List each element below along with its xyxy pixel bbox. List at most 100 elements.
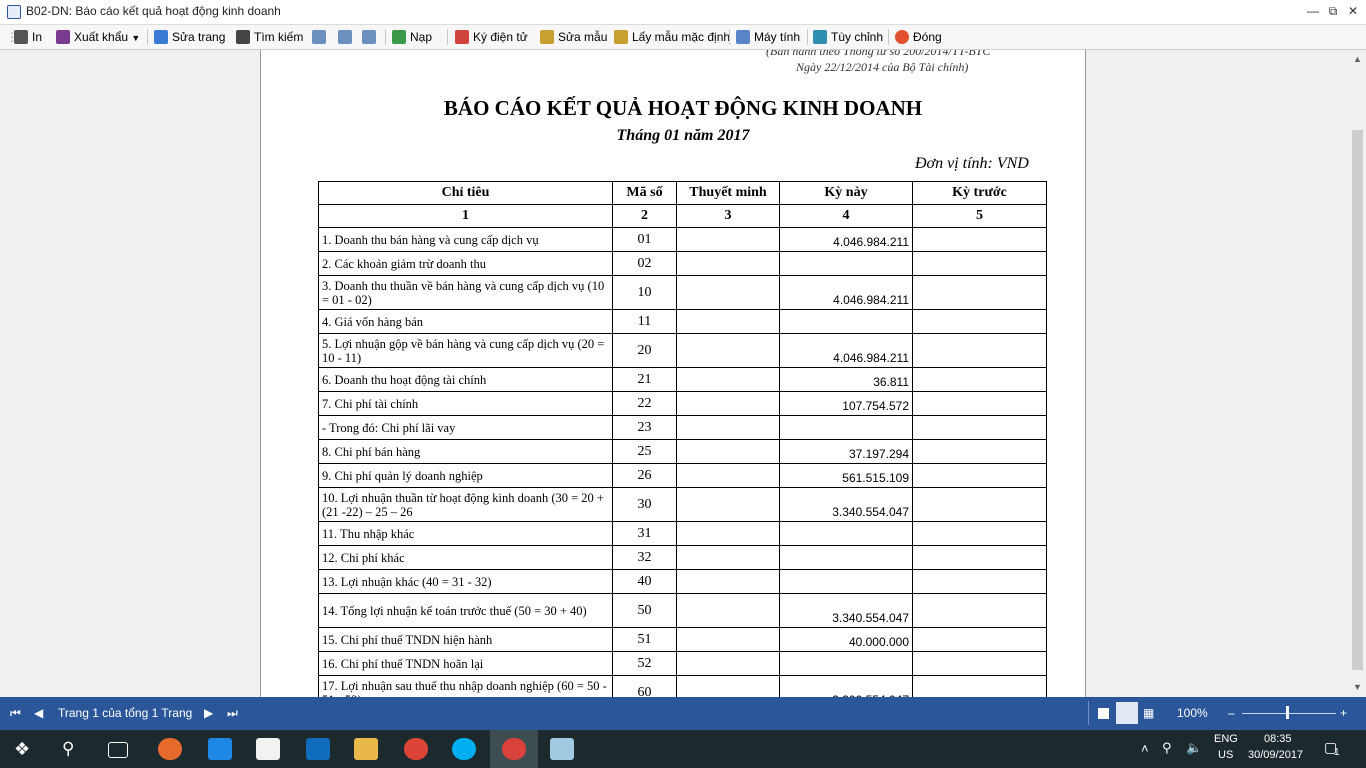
cell-col-ky-nay [779, 309, 913, 334]
header-col-chi-tieu: Chỉ tiêu [318, 181, 613, 205]
last-page-icon[interactable]: ⏭ [227, 706, 238, 721]
cell-col-thuyet-minh [676, 415, 780, 440]
view-page-button[interactable] [338, 29, 356, 45]
edit-template-button[interactable]: Sửa mẫu [540, 29, 607, 45]
cell-col-ma-so: 51 [612, 627, 677, 652]
header-num-col-ky-nay: 4 [779, 204, 913, 228]
cell-col-ma-so: 26 [612, 463, 677, 488]
export-button[interactable]: Xuất khẩu ▼ [56, 29, 140, 45]
cell-col-thuyet-minh [676, 593, 780, 628]
firefox-icon[interactable] [158, 738, 182, 760]
print-button[interactable]: In [14, 29, 42, 45]
search-button[interactable]: Tìm kiếm [236, 29, 303, 45]
status-bar: ⏮ ◀ Trang 1 của tổng 1 Trang ▶ ⏭ ▦ 100% … [0, 697, 1366, 730]
paint-icon[interactable] [550, 738, 574, 760]
header-col-ky-truoc: Kỳ trước [912, 181, 1047, 205]
cell-col-ky-nay [779, 415, 913, 440]
zoom-level: 100% [1177, 706, 1208, 720]
restore-icon[interactable]: ⧉ [1324, 3, 1342, 19]
network-icon[interactable]: ⚲ [1162, 740, 1172, 756]
multi-page-view-icon[interactable] [1116, 702, 1138, 724]
report-viewer: (Ban hành theo Thông tư số 200/2014/TT-B… [0, 50, 1350, 697]
cell-col-ma-so: 50 [612, 593, 677, 628]
printer-icon [14, 30, 28, 44]
vertical-scrollbar[interactable]: ▲ ▼ [1350, 50, 1366, 697]
next-page-icon[interactable]: ▶ [204, 706, 213, 720]
legal-basis-note: (Ban hành theo Thông tư số 200/2014/TT-B… [766, 50, 991, 58]
default-template-button[interactable]: Lấy mẫu mặc định [614, 29, 730, 45]
window-titlebar: B02-DN: Báo cáo kết quả hoạt động kinh d… [0, 0, 1366, 25]
cell-col-chi-tieu: 3. Doanh thu thuần về bán hàng và cung c… [318, 275, 613, 310]
cell-col-thuyet-minh [676, 367, 780, 392]
volume-icon[interactable]: 🔈 [1186, 740, 1202, 756]
search-icon[interactable]: ⚲ [62, 738, 86, 760]
edit-page-button[interactable]: Sửa trang [154, 29, 225, 45]
clock-time[interactable]: 08:35 [1264, 733, 1292, 745]
cell-col-chi-tieu: 12. Chi phí khác [318, 545, 613, 570]
task-view-icon[interactable] [108, 742, 128, 758]
report-toolbar: ⋮ In Xuất khẩu ▼ Sửa trang Tìm kiếm Nạp … [0, 25, 1366, 50]
file-explorer-icon[interactable] [354, 738, 378, 760]
chrome-icon[interactable] [404, 738, 428, 760]
cell-col-chi-tieu: 15. Chi phí thuế TNDN hiện hành [318, 627, 613, 652]
scroll-down-icon[interactable]: ▼ [1353, 682, 1362, 692]
e-sign-button[interactable]: Ký điện tử [455, 29, 528, 45]
customize-label: Tùy chỉnh [831, 30, 884, 44]
cell-col-ma-so: 25 [612, 439, 677, 464]
cell-col-ky-nay: 3.340.554.047 [779, 593, 913, 628]
cell-col-ky-nay [779, 521, 913, 546]
first-page-icon[interactable]: ⏮ [10, 706, 21, 721]
cell-col-ma-so: 02 [612, 251, 677, 276]
zoom-in-icon[interactable]: + [1340, 706, 1347, 720]
cell-col-thuyet-minh [676, 521, 780, 546]
language-indicator[interactable]: ENG [1214, 733, 1238, 745]
table-row: 1. Doanh thu bán hàng và cung cấp dịch v… [318, 227, 1047, 252]
cell-col-thuyet-minh [676, 439, 780, 464]
scrollbar-thumb[interactable] [1352, 130, 1363, 670]
table-row: 6. Doanh thu hoạt động tài chính 21 36.811 [318, 367, 1047, 392]
zoom-out-icon[interactable]: – [1228, 706, 1235, 720]
income-statement-table: Chỉ tiêu Mã số Thuyết minh Kỳ này Kỳ trước 1 2… [318, 181, 1047, 697]
cell-col-chi-tieu: 9. Chi phí quản lý doanh nghiệp [318, 463, 613, 488]
view-fit-button[interactable] [362, 29, 380, 45]
calculator-icon [736, 30, 750, 44]
cell-col-chi-tieu: 2. Các khoản giảm trừ doanh thu [318, 251, 613, 276]
cell-col-chi-tieu: 1. Doanh thu bán hàng và cung cấp dịch v… [318, 227, 613, 252]
print-label: In [32, 30, 43, 44]
cell-col-thuyet-minh [676, 309, 780, 334]
table-row: 16. Chi phí thuế TNDN hoãn lại 52 [318, 651, 1047, 676]
cell-col-ky-truoc [912, 251, 1047, 276]
prev-page-icon[interactable]: ◀ [34, 706, 43, 720]
cell-col-ky-truoc [912, 487, 1047, 522]
outlook-icon[interactable] [306, 738, 330, 760]
cell-col-chi-tieu: 6. Doanh thu hoạt động tài chính [318, 367, 613, 392]
minimize-icon[interactable]: — [1304, 3, 1322, 19]
customize-button[interactable]: Tùy chỉnh [813, 29, 883, 45]
skype-icon[interactable] [452, 738, 476, 760]
page-layout-icon [312, 30, 326, 44]
cell-col-thuyet-minh [676, 333, 780, 368]
view-single-button[interactable] [312, 29, 330, 45]
accounting-app-taskbar-button[interactable] [490, 730, 538, 768]
close-report-button[interactable]: Đóng [895, 29, 942, 45]
tray-chevron-icon[interactable]: ˄ [1141, 741, 1149, 756]
clock-date[interactable]: 30/09/2017 [1248, 749, 1303, 761]
zoom-slider[interactable] [1242, 713, 1336, 714]
cell-col-ma-so: 52 [612, 651, 677, 676]
zoom-slider-thumb[interactable] [1286, 706, 1289, 719]
cell-col-ky-truoc [912, 521, 1047, 546]
store-icon[interactable] [256, 738, 280, 760]
windows-start-icon[interactable]: ❖ [14, 738, 38, 760]
cell-col-chi-tieu: 11. Thu nhập khác [318, 521, 613, 546]
scroll-up-icon[interactable]: ▲ [1353, 54, 1362, 64]
calculator-button[interactable]: Máy tính [736, 29, 800, 45]
load-button[interactable]: Nạp [392, 29, 432, 45]
region-indicator[interactable]: US [1218, 749, 1233, 761]
cell-col-ky-truoc [912, 415, 1047, 440]
table-row: 13. Lợi nhuận khác (40 = 31 - 32) 40 [318, 569, 1047, 594]
edge-icon[interactable] [208, 738, 232, 760]
single-page-view-icon[interactable] [1098, 708, 1109, 719]
close-window-icon[interactable]: ✕ [1344, 3, 1362, 19]
cell-col-ky-truoc [912, 651, 1047, 676]
grid-view-icon[interactable]: ▦ [1143, 706, 1154, 720]
